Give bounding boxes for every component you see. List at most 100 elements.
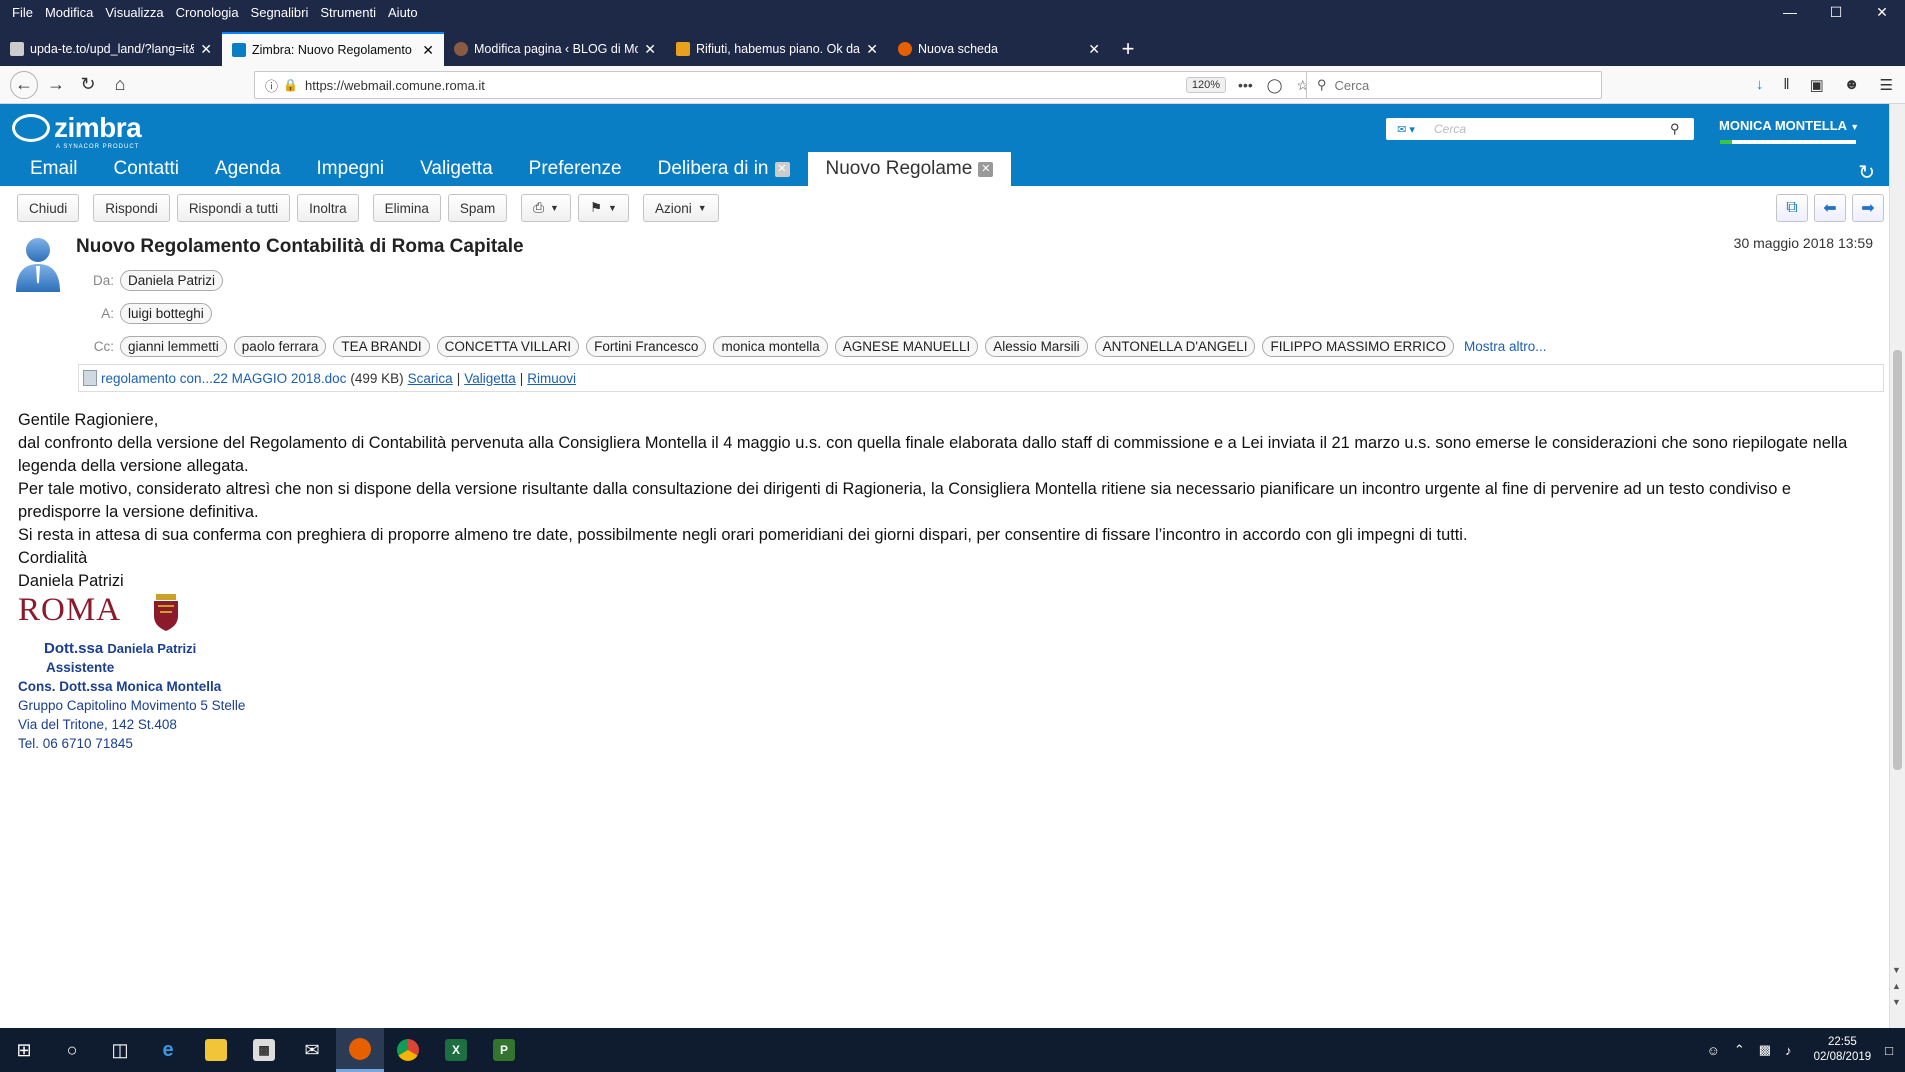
hamburger-menu-icon[interactable]: ☰ [1880, 76, 1893, 94]
cc-bubble[interactable]: AGNESE MANUELLI [834, 336, 979, 357]
mail-icon[interactable]: ✉ [288, 1028, 336, 1072]
chrome-icon[interactable] [384, 1028, 432, 1072]
url-bar[interactable]: ⓘ 🔒 https://webmail.comune.roma.it 120% … [254, 71, 1320, 99]
reply-all-button[interactable]: Rispondi a tutti [176, 194, 291, 222]
excel-icon[interactable]: X [432, 1028, 480, 1072]
open-new-window-icon[interactable]: ⧉ [1776, 194, 1808, 222]
browser-tab-rifiuti[interactable]: Rifiuti, habemus piano. Ok dall ✕ [666, 32, 888, 66]
firefox-icon[interactable] [336, 1028, 384, 1072]
minimize-icon[interactable]: — [1767, 0, 1813, 24]
tab-briefcase[interactable]: Valigetta [402, 152, 511, 186]
browser-tab-new[interactable]: Nuova scheda ✕ [888, 32, 1110, 66]
edge-icon[interactable]: e [144, 1028, 192, 1072]
menu-edit[interactable]: Modifica [39, 5, 99, 20]
reload-icon[interactable]: ↻ [74, 71, 102, 99]
more-actions-icon[interactable]: ••• [1238, 77, 1253, 94]
zimbra-logo[interactable]: zimbra A SYNACOR PRODUCT [12, 112, 142, 150]
menu-file[interactable]: File [0, 5, 39, 20]
menu-help[interactable]: Aiuto [382, 5, 424, 20]
tab-email[interactable]: Email [0, 152, 96, 186]
user-menu[interactable]: MONICA MONTELLA ▼ [1719, 118, 1859, 133]
tab-delibera[interactable]: Delibera di in ✕ [640, 152, 808, 186]
scroll-arrows-icon[interactable]: ▼ ▲ ▼ [1892, 962, 1901, 1010]
maximize-icon[interactable]: ☐ [1813, 0, 1859, 24]
page-scrollbar[interactable]: ▼ ▲ ▼ [1889, 104, 1905, 1028]
project-icon[interactable]: P [480, 1028, 528, 1072]
cc-bubble[interactable]: paolo ferrara [233, 336, 327, 357]
cc-bubble[interactable]: ANTONELLA D'ANGELI [1094, 336, 1256, 357]
scroll-thumb[interactable] [1893, 350, 1902, 770]
previous-message-icon[interactable]: ⬅ [1814, 194, 1846, 222]
sidebar-icon[interactable]: ▣ [1810, 76, 1824, 94]
new-tab-icon[interactable]: + [1110, 32, 1146, 66]
show-more-link[interactable]: Mostra altro... [1464, 339, 1547, 354]
browser-tab-blog[interactable]: Modifica pagina ‹ BLOG di Mo ✕ [444, 32, 666, 66]
file-explorer-icon[interactable] [192, 1028, 240, 1072]
menu-history[interactable]: Cronologia [170, 5, 245, 20]
cc-bubble[interactable]: CONCETTA VILLARI [436, 336, 580, 357]
cc-bubble[interactable]: gianni lemmetti [120, 336, 227, 357]
close-tab-icon[interactable]: ✕ [644, 41, 656, 58]
tab-contacts[interactable]: Contatti [96, 152, 197, 186]
zimbra-search-input[interactable]: ✉ ▾ Cerca ⚲ [1386, 118, 1694, 140]
browser-tab-upda[interactable]: upda-te.to/upd_land/?lang=it&sh ✕ [0, 32, 222, 66]
cc-bubble[interactable]: Fortini Francesco [586, 336, 707, 357]
menu-view[interactable]: Visualizza [99, 5, 169, 20]
next-message-icon[interactable]: ➡ [1852, 194, 1884, 222]
briefcase-link[interactable]: Valigetta [464, 371, 516, 386]
cortana-search-icon[interactable]: ○ [48, 1028, 96, 1072]
download-link[interactable]: Scarica [408, 371, 453, 386]
task-view-icon[interactable]: ◫ [96, 1028, 144, 1072]
attachment-name[interactable]: regolamento con...22 MAGGIO 2018.doc [101, 371, 346, 386]
search-icon[interactable]: ⚲ [1670, 121, 1694, 137]
tab-nuovo-regolamento[interactable]: Nuovo Regolame ✕ [807, 152, 1012, 186]
back-icon[interactable]: ← [10, 70, 38, 99]
library-icon[interactable]: ‖ [1783, 76, 1789, 94]
forward-button[interactable]: Inoltra [297, 194, 359, 222]
cc-bubble[interactable]: monica montella [713, 336, 828, 357]
home-icon[interactable]: ⌂ [106, 71, 134, 99]
close-tab-icon[interactable]: ✕ [422, 42, 434, 59]
close-icon[interactable]: ✕ [978, 161, 994, 177]
clock[interactable]: 22:55 02/08/2019 [1814, 1035, 1872, 1065]
close-window-icon[interactable]: ✕ [1859, 0, 1905, 24]
zoom-indicator[interactable]: 120% [1185, 77, 1227, 93]
tag-button[interactable]: ⚑ ▼ [577, 194, 629, 222]
info-icon[interactable]: ⓘ [265, 76, 278, 95]
browser-search-input[interactable]: ⚲ Cerca [1306, 71, 1602, 99]
tab-calendar[interactable]: Agenda [197, 152, 299, 186]
pocket-icon[interactable]: ◯ [1267, 77, 1283, 94]
volume-icon[interactable]: ♪ [1785, 1043, 1792, 1058]
print-button[interactable]: ⎙ ▼ [521, 194, 571, 222]
reply-button[interactable]: Rispondi [93, 194, 170, 222]
store-icon[interactable]: ▩ [240, 1028, 288, 1072]
forward-icon[interactable]: → [42, 71, 70, 99]
remove-link[interactable]: Rimuovi [527, 371, 576, 386]
tab-preferences[interactable]: Preferenze [511, 152, 640, 186]
cc-bubble[interactable]: Alessio Marsili [985, 336, 1088, 357]
actions-menu-button[interactable]: Azioni ▼ [642, 194, 719, 222]
recipient-bubble[interactable]: luigi botteghi [120, 303, 212, 324]
spam-button[interactable]: Spam [447, 194, 508, 222]
close-button[interactable]: Chiudi [17, 194, 80, 222]
browser-tab-zimbra[interactable]: Zimbra: Nuovo Regolamento C ✕ [222, 32, 444, 66]
close-tab-icon[interactable]: ✕ [866, 41, 878, 58]
url-text[interactable]: https://webmail.comune.roma.it [305, 78, 1186, 93]
menu-bookmarks[interactable]: Segnalibri [245, 5, 315, 20]
cc-bubble[interactable]: FILIPPO MASSIMO ERRICO [1262, 336, 1454, 357]
menu-tools[interactable]: Strumenti [314, 5, 382, 20]
account-icon[interactable]: ☻ [1844, 76, 1860, 94]
delete-button[interactable]: Elimina [372, 194, 441, 222]
notifications-icon[interactable]: □ [1885, 1043, 1893, 1058]
refresh-icon[interactable]: ↻ [1858, 160, 1875, 185]
network-icon[interactable]: ▩ [1759, 1042, 1771, 1058]
search-type-dropdown-icon[interactable]: ✉ ▾ [1386, 118, 1426, 140]
cc-bubble[interactable]: TEA BRANDI [333, 336, 430, 357]
people-icon[interactable]: ☺ [1707, 1043, 1720, 1058]
sender-bubble[interactable]: Daniela Patrizi [120, 270, 224, 291]
tab-tasks[interactable]: Impegni [299, 152, 403, 186]
chevron-up-icon[interactable]: ⌃ [1734, 1042, 1745, 1058]
close-tab-icon[interactable]: ✕ [1088, 41, 1100, 58]
windows-start-icon[interactable]: ⊞ [0, 1028, 48, 1072]
download-icon[interactable]: ↓ [1756, 76, 1764, 94]
